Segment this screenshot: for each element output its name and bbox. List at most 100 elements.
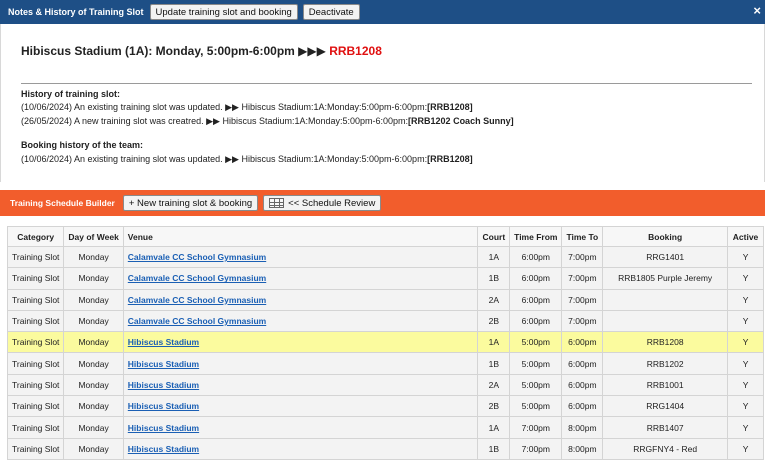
venue-link[interactable]: Calamvale CC School Gymnasium: [128, 316, 266, 326]
table-cell: Training Slot: [6, 288, 65, 311]
table-cell: 6:00pm: [509, 245, 563, 269]
table-cell: 6:00pm: [509, 288, 563, 311]
table-cell: Y: [727, 395, 764, 418]
table-cell: Monday: [63, 267, 124, 290]
venue-link[interactable]: Calamvale CC School Gymnasium: [128, 252, 266, 262]
divider: [21, 83, 752, 84]
venue-link[interactable]: Hibiscus Stadium: [128, 423, 199, 433]
table-row[interactable]: Training Slot Monday Hibiscus Stadium 1A 7:0…: [6, 416, 764, 439]
booking-history-title: Booking history of the team:: [21, 140, 144, 150]
venue-link[interactable]: Calamvale CC School Gymnasium: [128, 273, 266, 283]
column-header[interactable]: Time From: [509, 226, 563, 247]
table-cell: Training Slot: [6, 309, 65, 333]
table-cell: 2B: [477, 395, 511, 418]
table-cell: 1B: [477, 267, 511, 290]
table-row[interactable]: Training Slot Monday Hibiscus Stadium 1B 5:0…: [6, 352, 764, 375]
new-slot-button[interactable]: + New training slot & booking: [122, 195, 259, 211]
table-header-row: Category Day of Week Venue Court Time Fr…: [6, 226, 764, 247]
table-cell: Monday: [63, 309, 124, 333]
table-cell: Y: [727, 437, 764, 460]
column-header[interactable]: Active: [727, 226, 764, 247]
table-cell: Monday: [63, 373, 124, 397]
table-cell: 5:00pm: [509, 373, 563, 397]
table-row[interactable]: Training Slot Monday Calamvale CC School G…: [6, 267, 764, 290]
table-cell: 6:00pm: [561, 352, 604, 375]
column-header[interactable]: Day of Week: [63, 226, 124, 247]
table-cell: Y: [727, 245, 764, 269]
table-cell: Training Slot: [6, 245, 65, 269]
close-icon[interactable]: ×: [753, 3, 761, 18]
table-cell: Y: [727, 331, 764, 354]
table-cell: Calamvale CC School Gymnasium: [122, 245, 479, 269]
table-row[interactable]: Training Slot Monday Calamvale CC School G…: [6, 309, 764, 333]
deactivate-button[interactable]: Deactivate: [302, 4, 360, 20]
table-cell: 7:00pm: [509, 416, 563, 439]
table-cell: Monday: [63, 437, 124, 460]
table-cell: Y: [727, 416, 764, 439]
table-row[interactable]: Training Slot Monday Hibiscus Stadium 2A 5:0…: [6, 373, 764, 397]
column-header[interactable]: Time To: [561, 226, 604, 247]
table-cell: 1A: [477, 331, 511, 354]
slot-heading-text: Hibiscus Stadium (1A): Monday, 5:00pm-6:…: [21, 44, 330, 58]
table-cell: Training Slot: [6, 437, 65, 460]
table-cell: 2A: [477, 373, 511, 397]
table-cell: Y: [727, 267, 764, 290]
venue-link[interactable]: Hibiscus Stadium: [128, 401, 199, 411]
table-cell: 5:00pm: [509, 395, 563, 418]
table-cell: Hibiscus Stadium: [122, 437, 479, 460]
notes-panel: Hibiscus Stadium (1A): Monday, 5:00pm-6:…: [0, 24, 765, 182]
table-cell: Training Slot: [6, 416, 65, 439]
table-cell: 8:00pm: [561, 416, 604, 439]
table-row[interactable]: Training Slot Monday Calamvale CC School G…: [6, 245, 764, 269]
table-cell: Hibiscus Stadium: [122, 352, 479, 375]
table-cell: 7:00pm: [561, 288, 604, 311]
update-slot-button[interactable]: Update training slot and booking: [149, 4, 298, 20]
venue-link[interactable]: Hibiscus Stadium: [128, 444, 199, 454]
venue-link[interactable]: Hibiscus Stadium: [128, 359, 199, 369]
table-row[interactable]: Training Slot Monday Hibiscus Stadium 2B 5:0…: [6, 395, 764, 418]
table-cell: Y: [727, 352, 764, 375]
column-header[interactable]: Venue: [122, 226, 479, 247]
table-cell: Hibiscus Stadium: [122, 331, 479, 354]
table-cell: Training Slot: [6, 373, 65, 397]
schedule-builder-bar: Training Schedule Builder + New training…: [0, 190, 765, 216]
table-cell: [602, 309, 729, 333]
table-cell: Monday: [63, 288, 124, 311]
schedule-builder-title: Training Schedule Builder: [10, 198, 115, 208]
booking-history-line: (10/06/2024) An existing training slot w…: [21, 154, 473, 164]
table-cell: Training Slot: [6, 395, 65, 418]
table-cell: Monday: [63, 416, 124, 439]
table-cell: Monday: [63, 395, 124, 418]
column-header[interactable]: Court: [477, 226, 511, 247]
table-cell: 8:00pm: [561, 437, 604, 460]
table-cell: [602, 288, 729, 311]
table-cell: 6:00pm: [561, 395, 604, 418]
table-cell: 2B: [477, 309, 511, 333]
slot-booking-code: RRB1208: [329, 44, 382, 58]
table-cell: Monday: [63, 331, 124, 354]
notes-header-title: Notes & History of Training Slot: [8, 7, 144, 17]
table-cell: 2A: [477, 288, 511, 311]
table-cell: 5:00pm: [509, 352, 563, 375]
table-row[interactable]: Training Slot Monday Hibiscus Stadium 1B 7:0…: [6, 437, 764, 460]
table-cell: 7:00pm: [561, 309, 604, 333]
venue-link[interactable]: Hibiscus Stadium: [128, 337, 199, 347]
table-row[interactable]: Training Slot Monday Calamvale CC School G…: [6, 288, 764, 311]
column-header[interactable]: Booking: [602, 226, 729, 247]
table-cell: 6:00pm: [509, 267, 563, 290]
table-cell: RRG1401: [602, 245, 729, 269]
table-cell: 6:00pm: [509, 309, 563, 333]
table-cell: 7:00pm: [509, 437, 563, 460]
venue-link[interactable]: Calamvale CC School Gymnasium: [128, 295, 266, 305]
table-row[interactable]: Training Slot Monday Hibiscus Stadium 1A 5:0…: [6, 331, 764, 354]
table-cell: RRB1805 Purple Jeremy: [602, 267, 729, 290]
column-header[interactable]: Category: [6, 226, 65, 247]
table-cell: Training Slot: [6, 267, 65, 290]
schedule-review-button[interactable]: << Schedule Review: [263, 195, 382, 211]
table-cell: Calamvale CC School Gymnasium: [122, 309, 479, 333]
table-cell: 5:00pm: [509, 331, 563, 354]
table-cell: RRB1407: [602, 416, 729, 439]
venue-link[interactable]: Hibiscus Stadium: [128, 380, 199, 390]
table-cell: Hibiscus Stadium: [122, 416, 479, 439]
table-cell: 6:00pm: [561, 331, 604, 354]
